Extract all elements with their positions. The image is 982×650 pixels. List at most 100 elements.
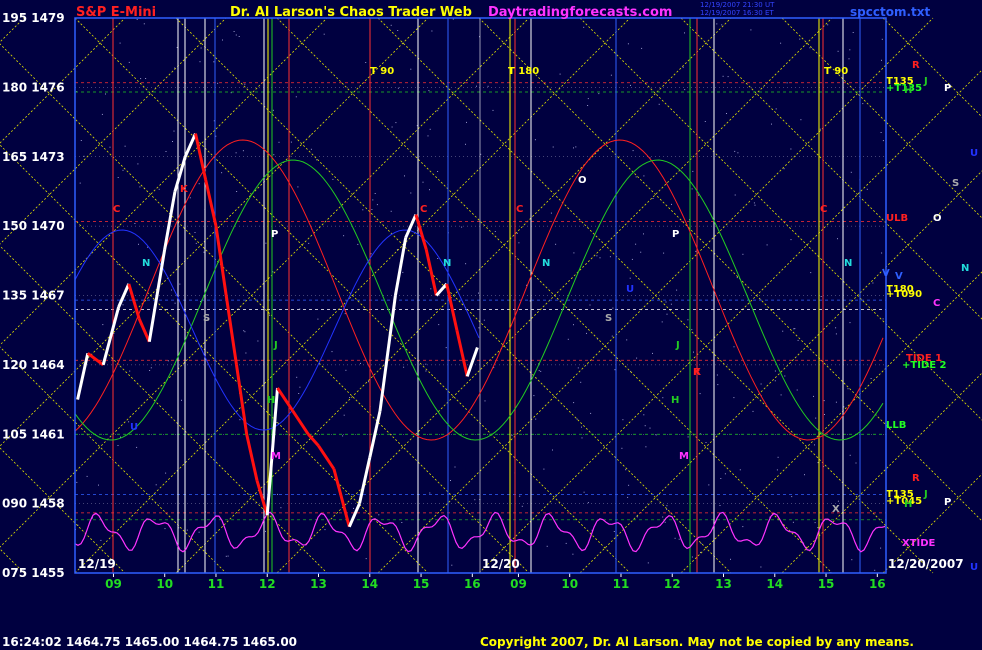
right-level-label: R xyxy=(912,473,920,484)
star-dot xyxy=(376,204,378,206)
hour-label: 15 xyxy=(413,577,430,591)
star-dot xyxy=(343,235,345,237)
star-dot xyxy=(589,304,591,306)
star-dot xyxy=(280,507,282,509)
star-dot xyxy=(295,96,297,98)
star-dot xyxy=(149,370,151,371)
star-dot xyxy=(837,500,839,502)
star-dot xyxy=(666,508,668,510)
star-dot xyxy=(866,188,868,190)
star-dot xyxy=(323,33,325,35)
star-dot xyxy=(635,243,637,245)
star-dot xyxy=(760,383,762,385)
right-level-label: O xyxy=(933,213,942,224)
star-dot xyxy=(225,555,227,557)
right-level-label: XTIDE xyxy=(902,538,936,549)
star-dot xyxy=(139,186,141,188)
star-dot xyxy=(98,484,99,486)
star-dot xyxy=(521,505,523,507)
star-dot xyxy=(122,304,124,306)
hour-label: 12 xyxy=(259,577,276,591)
star-dot xyxy=(652,352,653,354)
plot-marker: P xyxy=(271,229,278,240)
star-dot xyxy=(429,492,431,494)
star-dot xyxy=(837,238,838,240)
star-dot xyxy=(771,123,772,125)
star-dot xyxy=(700,542,702,544)
star-dot xyxy=(733,397,735,399)
star-dot xyxy=(855,462,857,464)
star-dot xyxy=(221,172,223,174)
star-dot xyxy=(717,384,719,386)
star-dot xyxy=(79,182,81,184)
star-dot xyxy=(870,378,872,379)
star-dot xyxy=(360,362,361,364)
plot-marker: J xyxy=(273,340,278,351)
star-dot xyxy=(199,61,201,63)
star-dot xyxy=(790,148,792,150)
star-dot xyxy=(684,89,686,91)
star-dot xyxy=(150,367,152,369)
star-dot xyxy=(117,177,119,178)
star-dot xyxy=(573,324,574,326)
star-dot xyxy=(257,340,259,342)
star-dot xyxy=(227,555,229,557)
star-dot xyxy=(581,437,583,439)
star-dot xyxy=(519,495,521,497)
star-dot xyxy=(308,242,310,244)
star-dot xyxy=(820,296,822,297)
star-dot xyxy=(425,370,427,372)
plot-marker: S xyxy=(605,313,612,324)
star-dot xyxy=(835,333,837,335)
star-dot xyxy=(343,414,345,416)
star-dot xyxy=(704,121,706,122)
star-dot xyxy=(691,556,693,558)
star-dot xyxy=(645,446,647,448)
star-dot xyxy=(662,397,664,399)
star-dot xyxy=(664,521,666,523)
star-dot xyxy=(649,427,651,429)
star-dot xyxy=(474,499,476,501)
star-dot xyxy=(480,153,482,155)
star-dot xyxy=(581,426,582,428)
star-dot xyxy=(198,531,200,533)
star-dot xyxy=(792,521,794,523)
right-level-label: H xyxy=(904,85,912,96)
y-tick-label: 090 1458 xyxy=(2,497,65,511)
star-dot xyxy=(404,175,405,177)
star-dot xyxy=(799,38,801,40)
site-link[interactable]: Daytradingforecasts.com xyxy=(488,5,672,20)
star-dot xyxy=(742,253,744,255)
star-dot xyxy=(437,171,439,172)
star-dot xyxy=(810,272,812,274)
star-dot xyxy=(128,421,130,423)
star-dot xyxy=(666,313,668,315)
star-dot xyxy=(613,531,615,532)
star-dot xyxy=(378,514,380,516)
plot-marker: X xyxy=(832,504,840,515)
star-dot xyxy=(76,481,78,483)
star-dot xyxy=(428,90,430,92)
star-dot xyxy=(165,472,167,474)
star-dot xyxy=(742,526,744,528)
star-dot xyxy=(636,357,638,359)
star-dot xyxy=(317,318,319,320)
right-level-label: LLB xyxy=(886,420,906,431)
star-dot xyxy=(138,243,139,245)
star-dot xyxy=(438,324,440,326)
star-dot xyxy=(777,456,779,458)
star-dot xyxy=(483,319,485,321)
star-dot xyxy=(850,171,852,173)
star-dot xyxy=(486,25,488,27)
star-dot xyxy=(102,324,104,326)
star-dot xyxy=(137,163,139,165)
star-dot xyxy=(621,447,623,449)
star-dot xyxy=(835,327,837,329)
star-dot xyxy=(245,352,247,354)
star-dot xyxy=(612,307,614,309)
star-dot xyxy=(734,194,736,196)
star-dot xyxy=(847,388,849,390)
date-label-day1: 12/19 xyxy=(78,557,116,571)
star-dot xyxy=(750,29,752,31)
star-dot xyxy=(881,59,882,61)
